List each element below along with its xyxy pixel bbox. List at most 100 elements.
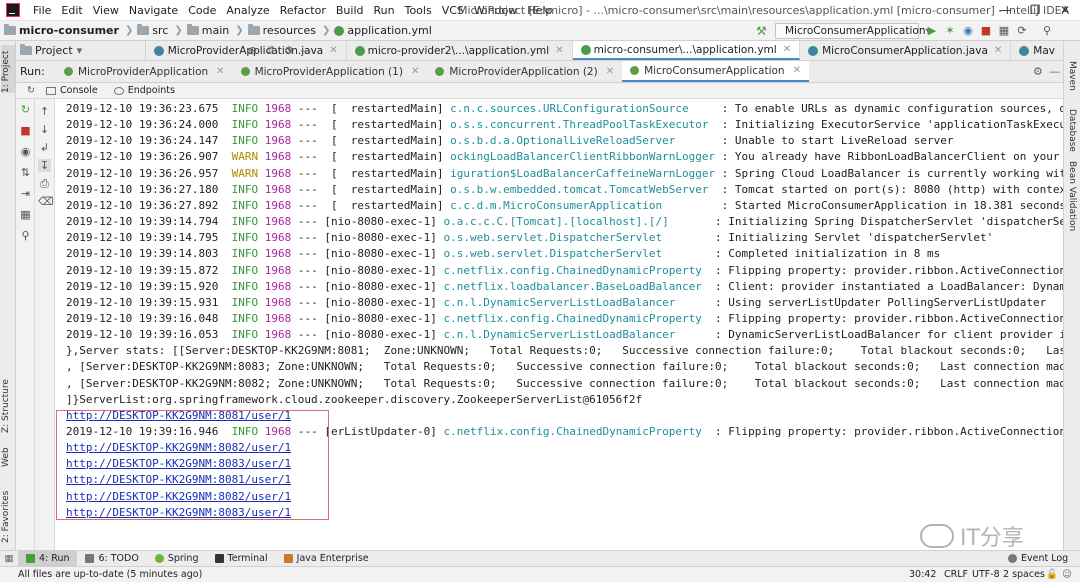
close-tab-icon[interactable]: ✕ <box>793 65 801 76</box>
project-panel-header[interactable]: Project ▾ ⊕ ⇵ ⚙ — <box>16 41 311 60</box>
run-tab-provider-1[interactable]: MicroProviderApplication (1) ✕ <box>233 61 428 82</box>
login-icon[interactable]: ⇥ <box>19 187 32 200</box>
bottom-tab-java-enterprise[interactable]: Java Enterprise <box>276 551 377 567</box>
project-structure-icon[interactable]: ▦ <box>997 24 1011 38</box>
bottom-tab-run[interactable]: 4: Run <box>18 550 78 567</box>
log-pid: 1968 <box>264 311 292 325</box>
menu-analyze[interactable]: Analyze <box>221 4 274 17</box>
editor-tab-consumer-java[interactable]: MicroConsumerApplication.java ✕ <box>800 41 1012 60</box>
breadcrumb-src[interactable]: src <box>152 24 168 37</box>
restore-icon[interactable]: ❐ <box>1020 0 1050 21</box>
breadcrumb-file[interactable]: application.yml <box>347 24 431 37</box>
camera-icon[interactable]: ◉ <box>19 145 32 158</box>
close-tab-icon[interactable]: ✕ <box>606 66 614 77</box>
bottom-tab-spring[interactable]: Spring <box>147 551 207 567</box>
lock-icon[interactable]: 🔓 <box>1046 567 1058 582</box>
menu-view[interactable]: View <box>88 4 124 17</box>
bottom-tab-event-log[interactable]: Event Log <box>1000 551 1076 567</box>
menu-refactor[interactable]: Refactor <box>275 4 331 17</box>
log-timestamp: 2019-12-10 19:36:26.957 <box>66 166 219 180</box>
log-logger: c.n.l.DynamicServerListLoadBalancer <box>443 328 709 342</box>
close-tab-icon[interactable]: ✕ <box>216 66 224 77</box>
file-encoding[interactable]: UTF-8 <box>972 567 1000 582</box>
close-tab-icon[interactable]: ✕ <box>783 44 791 55</box>
editor-tab-maven[interactable]: Mav <box>1011 41 1063 60</box>
stop-icon[interactable]: ■ <box>979 24 993 38</box>
close-window-icon[interactable]: ✕ <box>1050 0 1080 21</box>
menu-run[interactable]: Run <box>369 4 400 17</box>
tool-tab-maven[interactable]: Maven <box>1067 61 1077 91</box>
toggle-stripes-icon[interactable]: ▦ <box>0 553 18 564</box>
search-everywhere-icon[interactable]: ⚲ <box>1040 24 1054 38</box>
coverage-icon[interactable]: ◉ <box>961 24 975 38</box>
build-hammer-icon[interactable]: ⚒ <box>756 24 770 38</box>
indent-setting[interactable]: 2 spaces <box>1003 567 1045 582</box>
layout-icon[interactable]: ▦ <box>19 208 32 221</box>
run-configuration-select[interactable]: MicroConsumerApplication ▾ <box>775 23 931 39</box>
run-tab-provider-2[interactable]: MicroProviderApplication (2) ✕ <box>427 61 622 82</box>
menu-file[interactable]: File <box>28 4 56 17</box>
tool-tab-project[interactable]: 1: Project <box>1 45 15 93</box>
breadcrumb-main[interactable]: main <box>202 24 229 37</box>
collapse-all-icon[interactable]: ⇵ <box>266 44 275 57</box>
arrow-up-icon[interactable]: ↑ <box>38 105 51 118</box>
tool-tab-database[interactable]: Database <box>1067 109 1077 152</box>
rerun-icon[interactable]: ↻ <box>16 85 46 96</box>
update-icon[interactable]: ⟳ <box>1015 24 1029 38</box>
stop-icon[interactable]: ■ <box>19 124 32 137</box>
hide-icon[interactable]: — <box>300 44 311 57</box>
subtab-console[interactable]: Console <box>46 85 98 96</box>
menu-code[interactable]: Code <box>183 4 221 17</box>
tool-tab-structure[interactable]: Z: Structure <box>1 377 15 433</box>
log-logger: o.s.b.d.a.OptionalLiveReloadServer <box>450 134 716 148</box>
soft-wrap-icon[interactable]: ↲ <box>38 141 51 154</box>
rerun-icon[interactable]: ↻ <box>19 103 32 116</box>
caret-position[interactable]: 30:42 <box>909 567 936 582</box>
run-tab-consumer[interactable]: MicroConsumerApplication ✕ <box>622 61 809 82</box>
editor-tab-provider2-yml[interactable]: micro-provider2\...\application.yml ✕ <box>347 41 573 60</box>
log-message: : Using serverListUpdater PollingServerL… <box>708 295 1047 309</box>
tool-tab-web[interactable]: Web <box>1 441 15 467</box>
line-separator[interactable]: CRLF <box>944 567 968 582</box>
close-tab-icon[interactable]: ✕ <box>329 45 337 56</box>
scroll-to-end-icon[interactable]: ↧ <box>38 159 51 172</box>
run-icon[interactable]: ▶ <box>925 24 939 38</box>
folder-icon <box>137 24 150 35</box>
chevron-down-icon[interactable]: ▾ <box>77 44 83 57</box>
trash-icon[interactable]: ⌫ <box>38 195 54 208</box>
locate-icon[interactable]: ⊕ <box>248 44 257 57</box>
bottom-tab-label: Java Enterprise <box>296 553 369 564</box>
breadcrumb-resources[interactable]: resources <box>263 24 316 37</box>
update-app-icon[interactable]: ⇅ <box>19 166 32 179</box>
editor-tab-consumer-yml[interactable]: micro-consumer\...\application.yml ✕ <box>572 41 801 60</box>
console-output[interactable]: 2019-12-10 19:36:23.675 INFO 1968 --- [ … <box>55 99 1063 550</box>
settings-gear-icon[interactable]: ⚙ <box>1033 65 1043 78</box>
tool-tab-bean-validation[interactable]: Bean Validation <box>1067 161 1077 231</box>
close-tab-icon[interactable]: ✕ <box>994 45 1002 56</box>
editor-tab-provider-java[interactable]: MicroProviderApplication.java ✕ <box>146 41 347 60</box>
arrow-down-icon[interactable]: ↓ <box>38 123 51 136</box>
close-tab-icon[interactable]: ✕ <box>411 66 419 77</box>
bottom-tab-terminal[interactable]: Terminal <box>207 551 276 567</box>
menu-edit[interactable]: Edit <box>56 4 87 17</box>
menu-navigate[interactable]: Navigate <box>124 4 183 17</box>
log-timestamp: 2019-12-10 19:39:16.048 <box>66 311 219 325</box>
subtab-endpoints[interactable]: Endpoints <box>113 85 175 96</box>
breadcrumb-module[interactable]: micro-consumer <box>19 24 119 37</box>
tool-tab-favorites[interactable]: 2: Favorites <box>1 487 15 543</box>
debug-icon[interactable]: ✶ <box>943 24 957 38</box>
pin-icon[interactable]: ⚲ <box>19 229 32 242</box>
run-icon <box>26 554 35 563</box>
print-icon[interactable]: ⎙ <box>38 177 51 190</box>
hide-icon[interactable]: — <box>1049 65 1060 78</box>
settings-gear-icon[interactable]: ⚙ <box>284 44 294 57</box>
log-message: : Flipping property: provider.ribbon.Act… <box>715 311 1063 325</box>
close-tab-icon[interactable]: ✕ <box>555 45 563 56</box>
notifications-icon[interactable]: ☺ <box>1062 567 1072 582</box>
minimize-icon[interactable]: — <box>990 0 1020 21</box>
menu-build[interactable]: Build <box>331 4 369 17</box>
log-logger: o.a.c.c.C.[Tomcat].[localhost].[/] <box>443 215 709 229</box>
menu-tools[interactable]: Tools <box>400 4 437 17</box>
run-tab-provider[interactable]: MicroProviderApplication ✕ <box>56 61 233 82</box>
bottom-tab-todo[interactable]: 6: TODO <box>77 551 146 567</box>
